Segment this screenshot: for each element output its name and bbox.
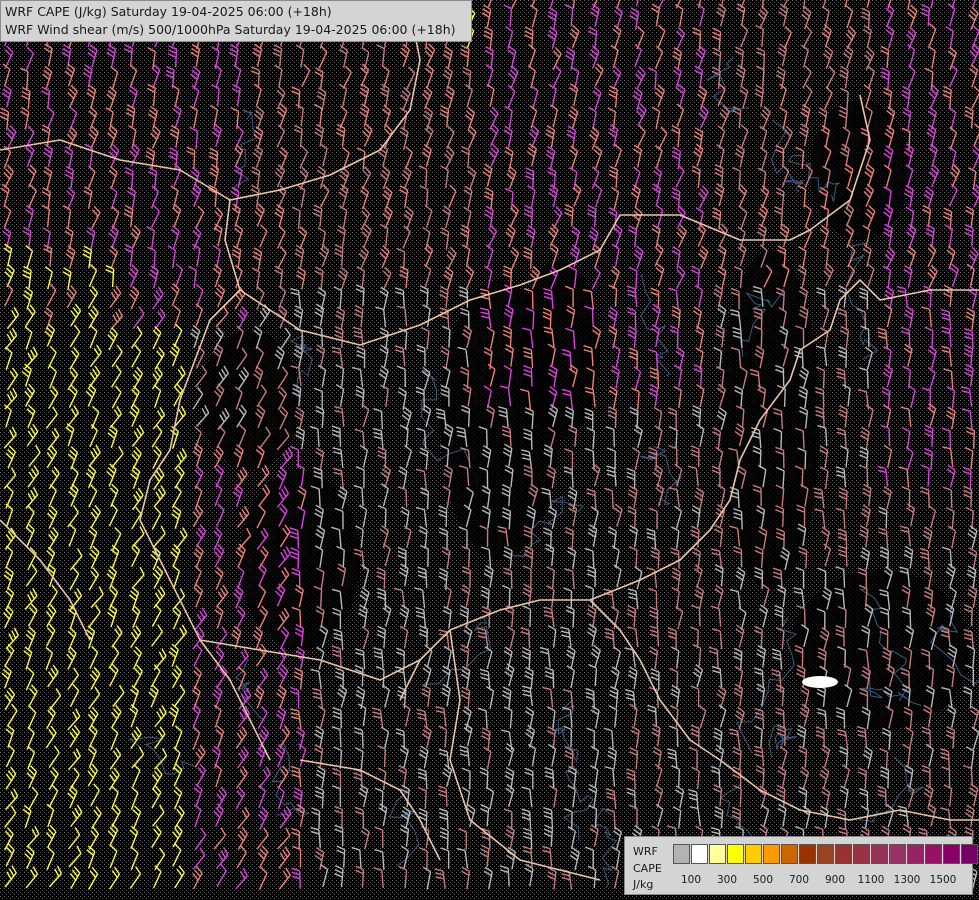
legend-tick-label: 300	[716, 874, 738, 886]
legend-swatch	[763, 844, 780, 864]
legend-swatch	[907, 844, 924, 864]
legend-swatch	[871, 844, 888, 864]
legend-swatch	[925, 844, 942, 864]
no-cape-area	[200, 330, 300, 470]
legend-color-scale	[673, 844, 979, 866]
legend-swatch	[781, 844, 798, 864]
legend-swatch	[889, 844, 906, 864]
legend-tick-label: 1500	[929, 874, 957, 886]
legend-tick-label: 1300	[893, 874, 921, 886]
wind-shear-title: WRF Wind shear (m/s) 500/1000hPa Saturda…	[5, 22, 456, 37]
legend-tick-label: 100	[680, 874, 702, 886]
legend-swatch	[961, 844, 978, 864]
legend-tick-label: 900	[824, 874, 846, 886]
legend-swatch	[817, 844, 834, 864]
cape-legend: WRF CAPE J/kg 100 300 500 700 900 1100 1300 150…	[624, 836, 978, 895]
legend-unit-label: J/kg	[633, 878, 654, 891]
legend-swatch	[835, 844, 852, 864]
legend-swatch	[745, 844, 762, 864]
legend-swatch	[853, 844, 870, 864]
legend-variable-label: CAPE	[633, 862, 662, 875]
legend-swatch	[799, 844, 816, 864]
cape-title: WRF CAPE (J/kg) Saturday 19-04-2025 06:0…	[5, 4, 332, 19]
map-title-box: WRF CAPE (J/kg) Saturday 19-04-2025 06:0…	[0, 0, 472, 42]
legend-tick-label: 1100	[857, 874, 885, 886]
legend-swatch	[673, 844, 690, 864]
no-cape-area	[520, 260, 600, 440]
legend-swatch	[691, 844, 708, 864]
legend-swatch	[709, 844, 726, 864]
legend-tick-label: 500	[752, 874, 774, 886]
legend-swatch	[943, 844, 960, 864]
wind-shear-cape-map	[0, 0, 979, 900]
legend-model-label: WRF	[633, 845, 658, 858]
cape-low-patch	[802, 676, 838, 688]
legend-tick-label: 700	[788, 874, 810, 886]
legend-swatch	[727, 844, 744, 864]
